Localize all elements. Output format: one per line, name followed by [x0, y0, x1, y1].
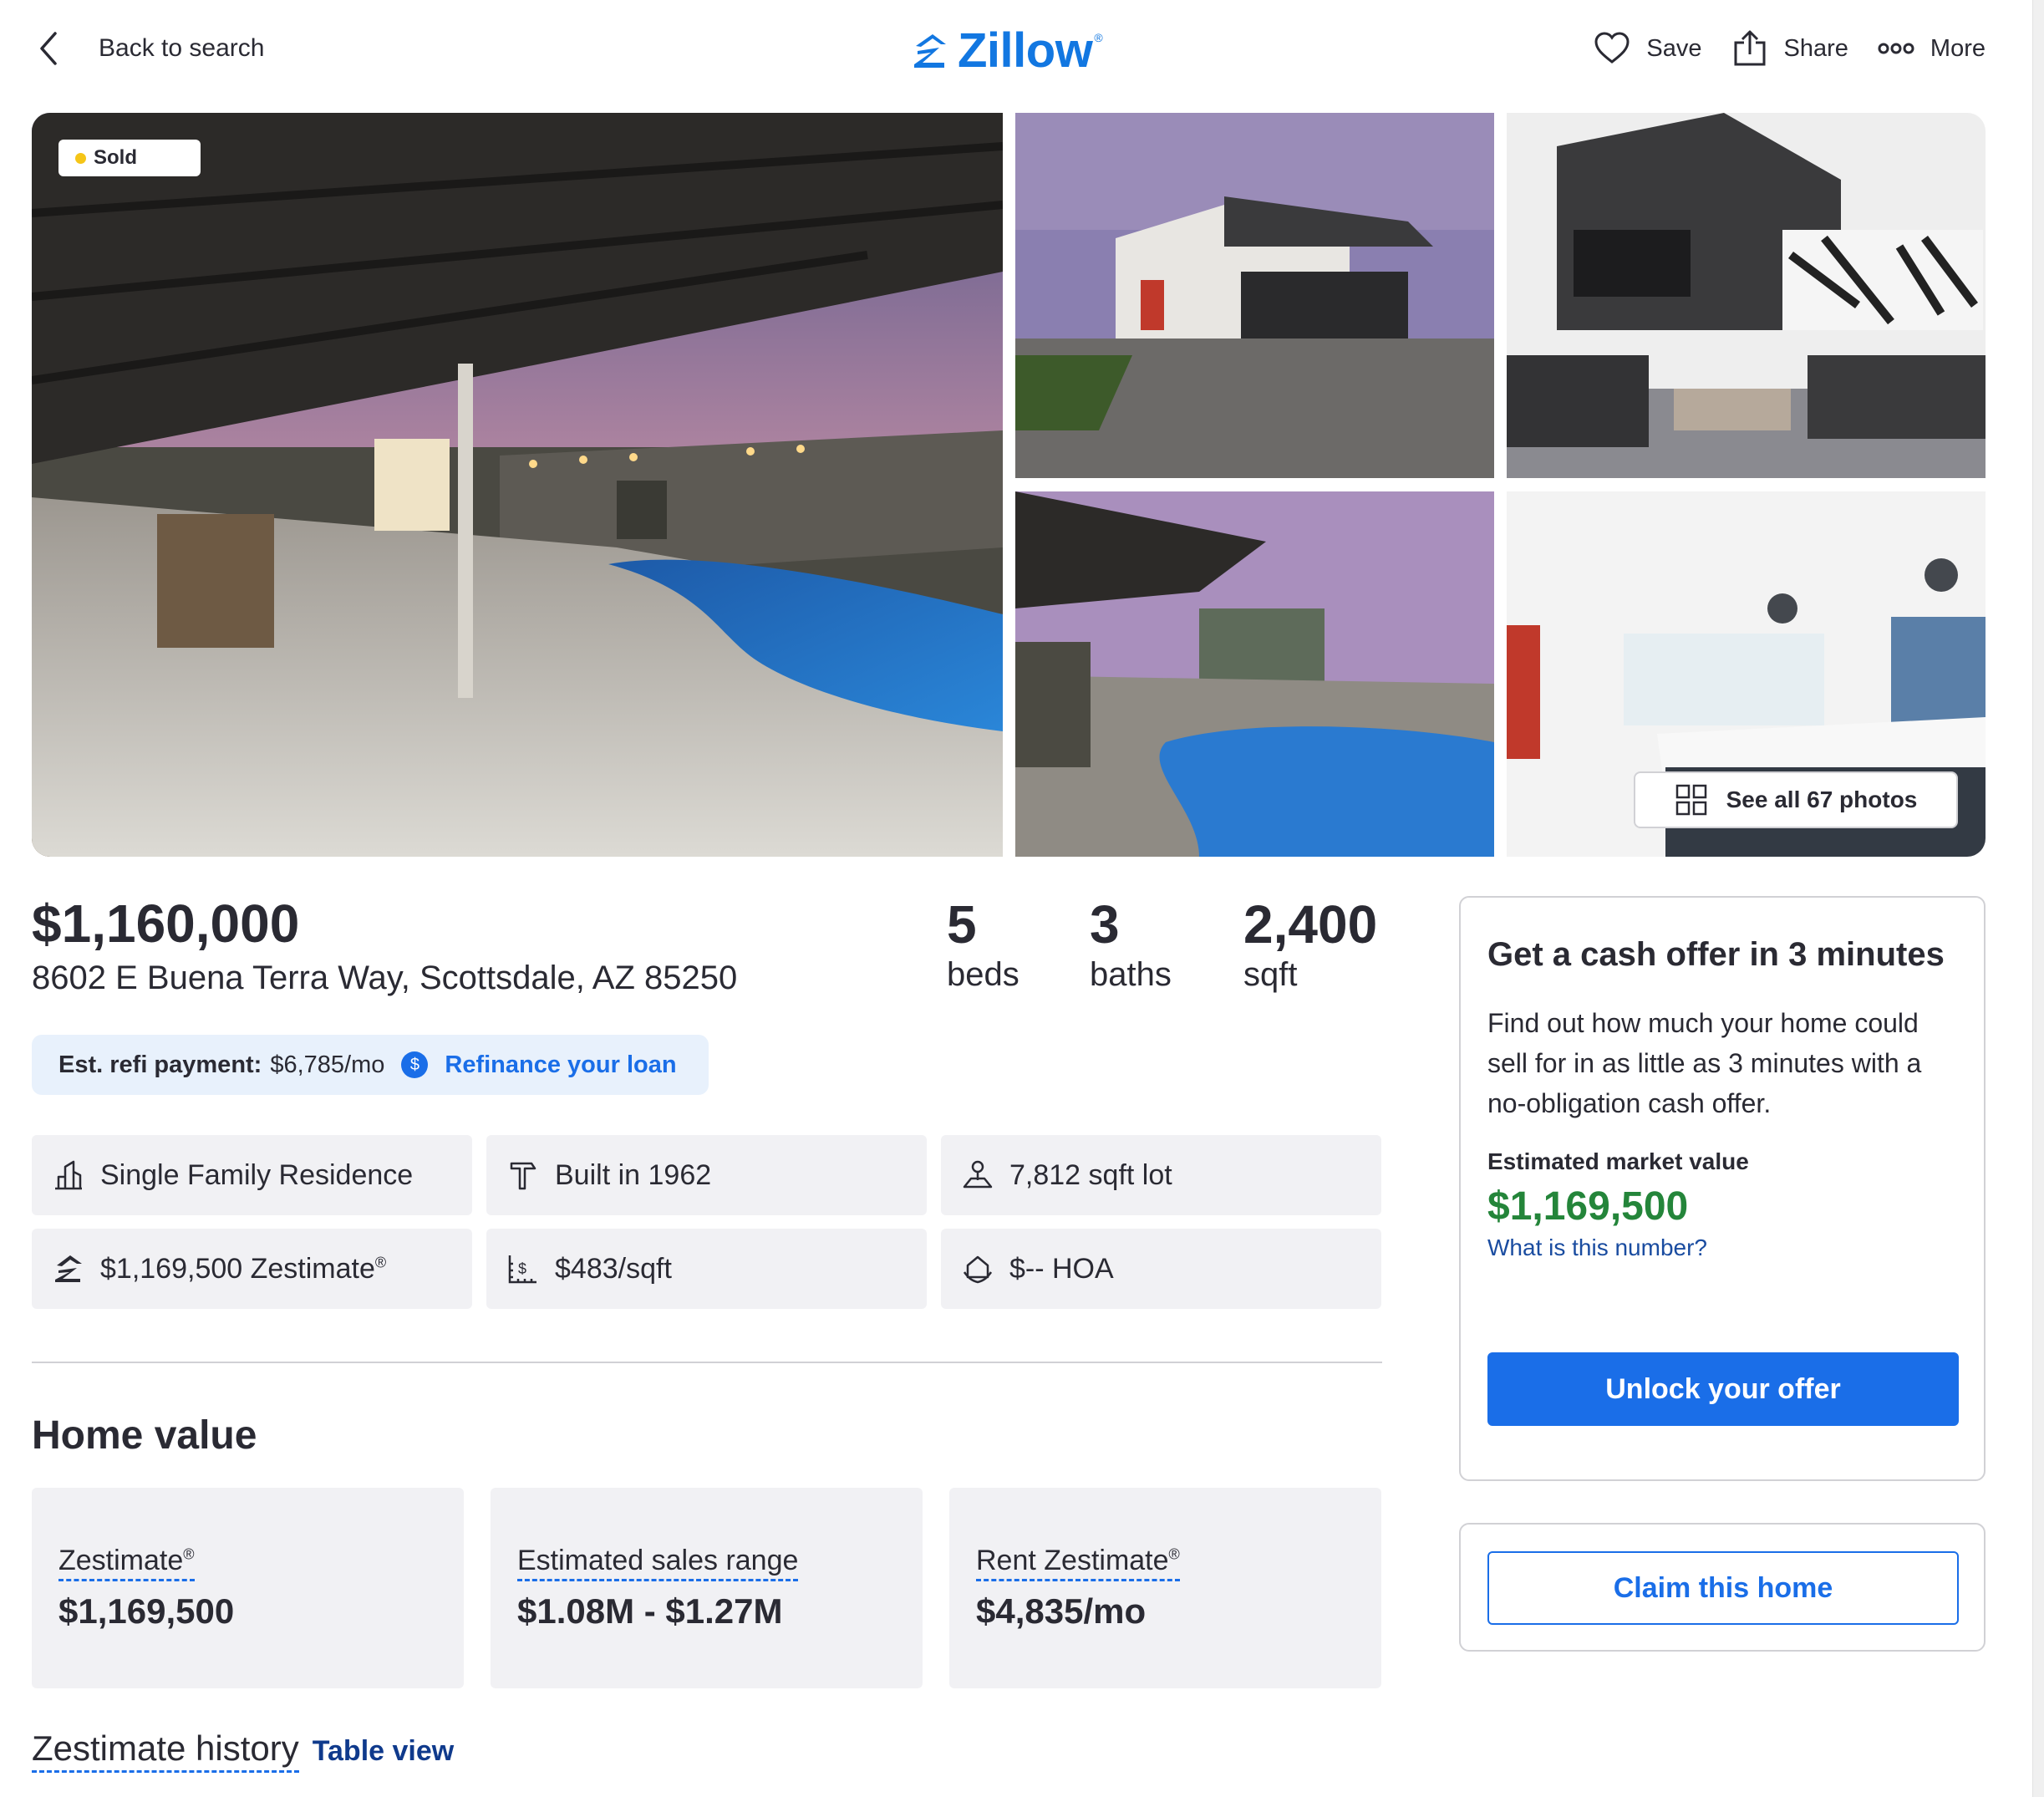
zestimate-label[interactable]: Zestimate®	[58, 1545, 195, 1581]
fact-chip-hoa: $-- HOA	[941, 1229, 1381, 1309]
fact-built-text: Built in 1962	[555, 1158, 712, 1191]
fact-hoa-text: $-- HOA	[1009, 1252, 1114, 1285]
sqft-label: sqft	[1243, 955, 1298, 993]
baths-fact: 3 baths	[1090, 894, 1172, 994]
zestimate-value: $1,169,500	[58, 1591, 235, 1631]
sqft-count: 2,400	[1243, 894, 1378, 954]
rent-zestimate-value: $4,835/mo	[976, 1591, 1147, 1631]
dollar-icon: $	[401, 1051, 429, 1078]
beds-fact: 5 beds	[947, 894, 1019, 994]
gallery-photo-4[interactable]	[1015, 491, 1494, 857]
lot-icon	[963, 1160, 993, 1189]
page-scrollbar[interactable]	[2032, 0, 2044, 1797]
refi-banner: Est. refi payment: $6,785/mo $ Refinance…	[32, 1035, 709, 1095]
beds-label: beds	[947, 955, 1019, 993]
refi-label: Est. refi payment:	[58, 1051, 262, 1078]
fact-chip-zestimate: $1,169,500 Zestimate®	[32, 1229, 472, 1309]
hammer-icon	[510, 1162, 536, 1190]
top-nav: Back to search Zillow ® Save Share More	[0, 0, 2044, 100]
listing-price: $1,160,000	[32, 893, 300, 954]
back-to-search-link[interactable]: Back to search	[32, 25, 264, 72]
save-button[interactable]: Save	[1593, 29, 1702, 68]
share-icon	[1734, 30, 1766, 66]
table-view-link[interactable]: Table view	[313, 1735, 454, 1768]
market-value-label: Estimated market value	[1487, 1148, 1749, 1174]
see-all-label: See all 67 photos	[1726, 787, 1918, 812]
fact-type-text: Single Family Residence	[100, 1158, 414, 1191]
sqft-fact: 2,400 sqft	[1243, 894, 1377, 994]
more-dots-icon	[1878, 43, 1914, 54]
cash-offer-title: Get a cash offer in 3 minutes	[1487, 936, 1945, 973]
listing-address: 8602 E Buena Terra Way, Scottsdale, AZ 8…	[32, 960, 738, 996]
gallery-photo-3[interactable]	[1507, 113, 1986, 478]
logo-text: Zillow	[958, 23, 1093, 78]
more-label: More	[1930, 34, 1986, 62]
status-dot	[75, 153, 86, 164]
refinance-link[interactable]: Refinance your loan	[445, 1051, 676, 1079]
cash-offer-description: Find out how much your home could sell f…	[1487, 1008, 1922, 1118]
rent-zestimate-label[interactable]: Rent Zestimate®	[976, 1545, 1180, 1581]
sales-range-card: Estimated sales range $1.08M - $1.27M	[491, 1488, 923, 1688]
zestimate-card: Zestimate® $1,169,500	[32, 1488, 464, 1688]
zillow-logo[interactable]: Zillow ®	[909, 23, 1103, 78]
fact-zestimate-text: $1,169,500 Zestimate®	[100, 1252, 387, 1285]
zestimate-icon	[55, 1255, 82, 1282]
hoa-icon	[963, 1255, 993, 1284]
market-value-amount: $1,169,500	[1487, 1184, 1689, 1229]
sold-status-badge: Sold	[58, 140, 201, 176]
zestimate-history-header: Zestimate history Table view	[32, 1728, 454, 1773]
beds-count: 5	[947, 894, 977, 954]
fact-price-per-sqft-text: $483/sqft	[555, 1252, 672, 1285]
more-button[interactable]: More	[1877, 29, 1986, 68]
save-label: Save	[1646, 34, 1702, 62]
building-icon	[55, 1160, 82, 1190]
zestimate-history-title[interactable]: Zestimate history	[32, 1728, 299, 1773]
living-room-image	[1507, 113, 1986, 478]
sales-range-label[interactable]: Estimated sales range	[517, 1545, 799, 1581]
share-label: Share	[1783, 34, 1848, 62]
fact-lot-text: 7,812 sqft lot	[1009, 1158, 1172, 1191]
ruler-dollar-icon: $	[508, 1255, 536, 1284]
chevron-left-icon	[40, 32, 57, 65]
main-photo[interactable]: Sold	[32, 113, 1003, 857]
fact-chip-built: Built in 1962	[486, 1135, 927, 1215]
baths-label: baths	[1090, 955, 1172, 993]
cash-offer-card: Get a cash offer in 3 minutes Find out h…	[1459, 896, 1986, 1481]
patio-pool-image	[32, 113, 1003, 857]
house-front-image	[1015, 113, 1494, 478]
sales-range-value: $1.08M - $1.27M	[517, 1591, 783, 1631]
baths-count: 3	[1090, 894, 1120, 954]
gallery-photo-2[interactable]	[1015, 113, 1494, 478]
backyard-pool-image	[1015, 491, 1494, 857]
fact-chip-lot: 7,812 sqft lot	[941, 1135, 1381, 1215]
share-button[interactable]: Share	[1731, 29, 1848, 68]
photo-gallery: Sold	[32, 113, 1986, 857]
what-is-this-number-link[interactable]: What is this number?	[1487, 1234, 1957, 1261]
home-value-heading: Home value	[32, 1413, 257, 1458]
header-actions: Save Share More	[1593, 25, 1986, 72]
svg-text:$: $	[518, 1260, 526, 1277]
refi-value: $6,785/mo	[270, 1051, 385, 1078]
unlock-offer-button[interactable]: Unlock your offer	[1487, 1352, 1959, 1426]
zillow-z-icon	[914, 34, 946, 68]
status-label: Sold	[94, 146, 137, 169]
logo-registered-mark: ®	[1094, 31, 1103, 44]
claim-home-card: Claim this home	[1459, 1523, 1986, 1652]
claim-home-button[interactable]: Claim this home	[1487, 1551, 1959, 1625]
grid-icon	[1675, 784, 1706, 816]
section-divider	[32, 1362, 1382, 1363]
fact-chip-price-per-sqft: $ $483/sqft	[486, 1229, 927, 1309]
heart-icon	[1594, 32, 1630, 64]
fact-chip-type: Single Family Residence	[32, 1135, 472, 1215]
back-label: Back to search	[99, 34, 265, 62]
rent-zestimate-card: Rent Zestimate® $4,835/mo	[949, 1488, 1381, 1688]
see-all-photos-button[interactable]: See all 67 photos	[1634, 771, 1958, 828]
